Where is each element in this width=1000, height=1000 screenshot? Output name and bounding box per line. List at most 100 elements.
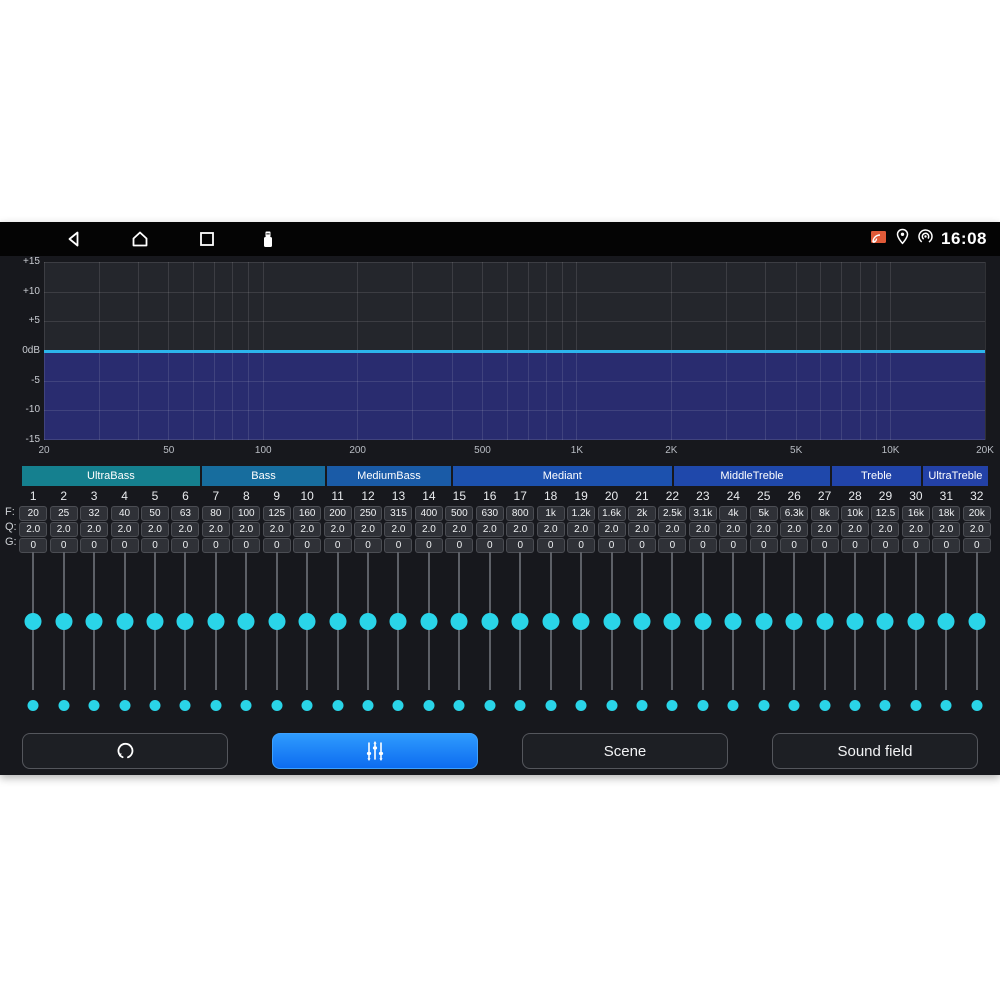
- q-value-chip[interactable]: 2.0: [202, 522, 230, 537]
- q-value-chip[interactable]: 2.0: [719, 522, 747, 537]
- q-value-chip[interactable]: 2.0: [871, 522, 899, 537]
- gain-value-chip[interactable]: 0: [445, 538, 473, 553]
- freq-value-chip[interactable]: 100: [232, 506, 260, 521]
- home-button[interactable]: [130, 229, 150, 249]
- freq-value-chip[interactable]: 2k: [628, 506, 656, 521]
- slider-thumb[interactable]: [694, 613, 711, 630]
- q-value-chip[interactable]: 2.0: [598, 522, 626, 537]
- gain-value-chip[interactable]: 0: [171, 538, 199, 553]
- slider-thumb[interactable]: [938, 613, 955, 630]
- q-value-chip[interactable]: 2.0: [537, 522, 565, 537]
- freq-value-chip[interactable]: 315: [384, 506, 412, 521]
- freq-value-chip[interactable]: 16k: [902, 506, 930, 521]
- slider-thumb[interactable]: [116, 613, 133, 630]
- freq-value-chip[interactable]: 630: [476, 506, 504, 521]
- freq-value-chip[interactable]: 6.3k: [780, 506, 808, 521]
- q-value-chip[interactable]: 2.0: [293, 522, 321, 537]
- slider-thumb[interactable]: [360, 613, 377, 630]
- gain-value-chip[interactable]: 0: [19, 538, 47, 553]
- gain-value-chip[interactable]: 0: [476, 538, 504, 553]
- q-value-chip[interactable]: 2.0: [567, 522, 595, 537]
- gain-value-chip[interactable]: 0: [841, 538, 869, 553]
- gain-value-chip[interactable]: 0: [811, 538, 839, 553]
- gain-value-chip[interactable]: 0: [963, 538, 991, 553]
- gain-value-chip[interactable]: 0: [202, 538, 230, 553]
- band-segment-mediant[interactable]: Mediant: [453, 466, 672, 486]
- freq-value-chip[interactable]: 4k: [719, 506, 747, 521]
- q-value-chip[interactable]: 2.0: [750, 522, 778, 537]
- freq-value-chip[interactable]: 40: [111, 506, 139, 521]
- slider-thumb[interactable]: [86, 613, 103, 630]
- freq-value-chip[interactable]: 2.5k: [658, 506, 686, 521]
- q-value-chip[interactable]: 2.0: [689, 522, 717, 537]
- band-segment-bass[interactable]: Bass: [202, 466, 325, 486]
- slider-thumb[interactable]: [755, 613, 772, 630]
- q-value-chip[interactable]: 2.0: [932, 522, 960, 537]
- slider-thumb[interactable]: [847, 613, 864, 630]
- gain-value-chip[interactable]: 0: [780, 538, 808, 553]
- q-value-chip[interactable]: 2.0: [902, 522, 930, 537]
- equalizer-button[interactable]: [272, 733, 478, 769]
- slider-thumb[interactable]: [603, 613, 620, 630]
- gain-value-chip[interactable]: 0: [80, 538, 108, 553]
- gain-value-chip[interactable]: 0: [750, 538, 778, 553]
- q-value-chip[interactable]: 2.0: [811, 522, 839, 537]
- q-value-chip[interactable]: 2.0: [476, 522, 504, 537]
- q-value-chip[interactable]: 2.0: [19, 522, 47, 537]
- freq-value-chip[interactable]: 800: [506, 506, 534, 521]
- freq-value-chip[interactable]: 5k: [750, 506, 778, 521]
- freq-value-chip[interactable]: 18k: [932, 506, 960, 521]
- q-value-chip[interactable]: 2.0: [50, 522, 78, 537]
- freq-value-chip[interactable]: 20k: [963, 506, 991, 521]
- gain-value-chip[interactable]: 0: [658, 538, 686, 553]
- q-value-chip[interactable]: 2.0: [415, 522, 443, 537]
- slider-thumb[interactable]: [968, 613, 985, 630]
- gain-value-chip[interactable]: 0: [263, 538, 291, 553]
- freq-value-chip[interactable]: 1k: [537, 506, 565, 521]
- slider-thumb[interactable]: [55, 613, 72, 630]
- q-value-chip[interactable]: 2.0: [628, 522, 656, 537]
- q-value-chip[interactable]: 2.0: [506, 522, 534, 537]
- sound-field-button[interactable]: Sound field: [772, 733, 978, 769]
- band-segment-ultratreble[interactable]: UltraTreble: [923, 466, 988, 486]
- freq-value-chip[interactable]: 8k: [811, 506, 839, 521]
- gain-value-chip[interactable]: 0: [293, 538, 321, 553]
- slider-thumb[interactable]: [664, 613, 681, 630]
- gain-value-chip[interactable]: 0: [537, 538, 565, 553]
- band-segment-treble[interactable]: Treble: [832, 466, 921, 486]
- slider-thumb[interactable]: [573, 613, 590, 630]
- slider-thumb[interactable]: [907, 613, 924, 630]
- band-segment-mediumbass[interactable]: MediumBass: [327, 466, 450, 486]
- slider-thumb[interactable]: [542, 613, 559, 630]
- freq-value-chip[interactable]: 200: [324, 506, 352, 521]
- gain-value-chip[interactable]: 0: [902, 538, 930, 553]
- q-value-chip[interactable]: 2.0: [141, 522, 169, 537]
- gain-value-chip[interactable]: 0: [932, 538, 960, 553]
- slider-thumb[interactable]: [25, 613, 42, 630]
- gain-value-chip[interactable]: 0: [141, 538, 169, 553]
- freq-value-chip[interactable]: 10k: [841, 506, 869, 521]
- q-value-chip[interactable]: 2.0: [80, 522, 108, 537]
- gain-value-chip[interactable]: 0: [384, 538, 412, 553]
- slider-thumb[interactable]: [786, 613, 803, 630]
- q-value-chip[interactable]: 2.0: [232, 522, 260, 537]
- q-value-chip[interactable]: 2.0: [445, 522, 473, 537]
- scene-button[interactable]: Scene: [522, 733, 728, 769]
- gain-value-chip[interactable]: 0: [506, 538, 534, 553]
- q-value-chip[interactable]: 2.0: [658, 522, 686, 537]
- gain-value-chip[interactable]: 0: [50, 538, 78, 553]
- freq-value-chip[interactable]: 400: [415, 506, 443, 521]
- back-button[interactable]: [64, 229, 84, 249]
- freq-value-chip[interactable]: 32: [80, 506, 108, 521]
- slider-thumb[interactable]: [481, 613, 498, 630]
- gain-value-chip[interactable]: 0: [324, 538, 352, 553]
- q-value-chip[interactable]: 2.0: [384, 522, 412, 537]
- freq-value-chip[interactable]: 125: [263, 506, 291, 521]
- freq-value-chip[interactable]: 500: [445, 506, 473, 521]
- slider-thumb[interactable]: [329, 613, 346, 630]
- slider-thumb[interactable]: [633, 613, 650, 630]
- freq-value-chip[interactable]: 63: [171, 506, 199, 521]
- freq-value-chip[interactable]: 3.1k: [689, 506, 717, 521]
- q-value-chip[interactable]: 2.0: [354, 522, 382, 537]
- freq-value-chip[interactable]: 20: [19, 506, 47, 521]
